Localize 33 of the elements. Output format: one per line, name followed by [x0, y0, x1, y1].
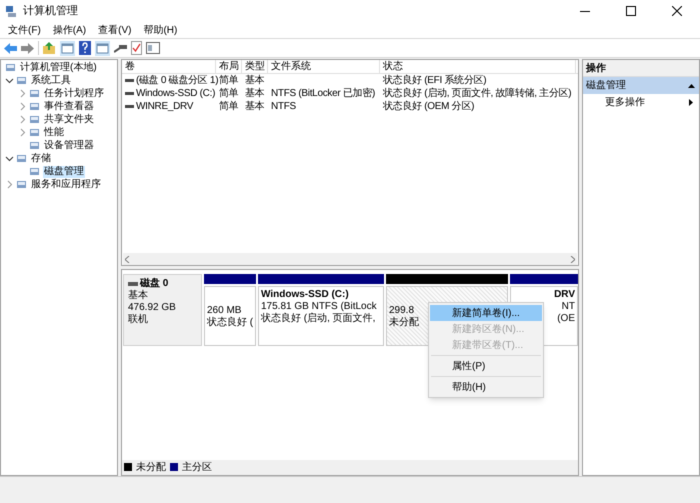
- partition-info: NT: [562, 301, 575, 313]
- legend-label: 主分区: [182, 460, 212, 474]
- table-cell-text: 简单: [219, 100, 238, 114]
- table-cell-text: 基本: [245, 100, 264, 114]
- disk-name: 磁盘 0: [140, 278, 168, 290]
- partition-info: (OE: [557, 313, 575, 325]
- table-cell-text: 基本: [245, 86, 264, 100]
- table-cell-text: 简单: [219, 86, 238, 100]
- partition-info: 未分配: [389, 317, 419, 329]
- table-cell-text: 状态良好 (OEM 分区): [383, 100, 474, 114]
- partition-info: 299.8: [389, 305, 414, 316]
- section-label: 磁盘管理: [586, 79, 626, 93]
- legend-label: 未分配: [136, 460, 166, 474]
- window-title: 计算机管理: [23, 4, 78, 19]
- disk-state: 联机: [128, 314, 149, 326]
- disk-type: 基本: [128, 290, 149, 302]
- table-cell-text: 简单: [219, 74, 238, 88]
- partition-info: 175.81 GB NTFS (BitLock: [261, 301, 377, 312]
- partition-info: 状态良好 (: [207, 317, 254, 329]
- table-cell-text: NTFS (BitLocker 已加密): [271, 86, 376, 101]
- partition-name: Windows-SSD (C:): [261, 289, 349, 301]
- table-cell-text: WINRE_DRV: [136, 100, 194, 114]
- table-cell-text: 状态良好 (启动, 页面文件, 故障转储, 主分区): [383, 86, 572, 100]
- partition-info: 状态良好 (启动, 页面文件,: [261, 313, 376, 325]
- table-cell-text: 基本: [245, 74, 264, 88]
- actions-title: 操作: [586, 62, 606, 76]
- table-cell-text: NTFS: [271, 100, 296, 114]
- partition-info: 260 MB: [207, 305, 242, 316]
- table-cell-text: (磁盘 0 磁盘分区 1): [136, 74, 218, 88]
- table-cell-text: 状态良好 (EFI 系统分区): [383, 74, 486, 88]
- partition-name: DRV: [554, 289, 575, 301]
- table-cell-text: Windows-SSD (C:): [136, 87, 216, 101]
- disk-size: 476.92 GB: [128, 302, 177, 314]
